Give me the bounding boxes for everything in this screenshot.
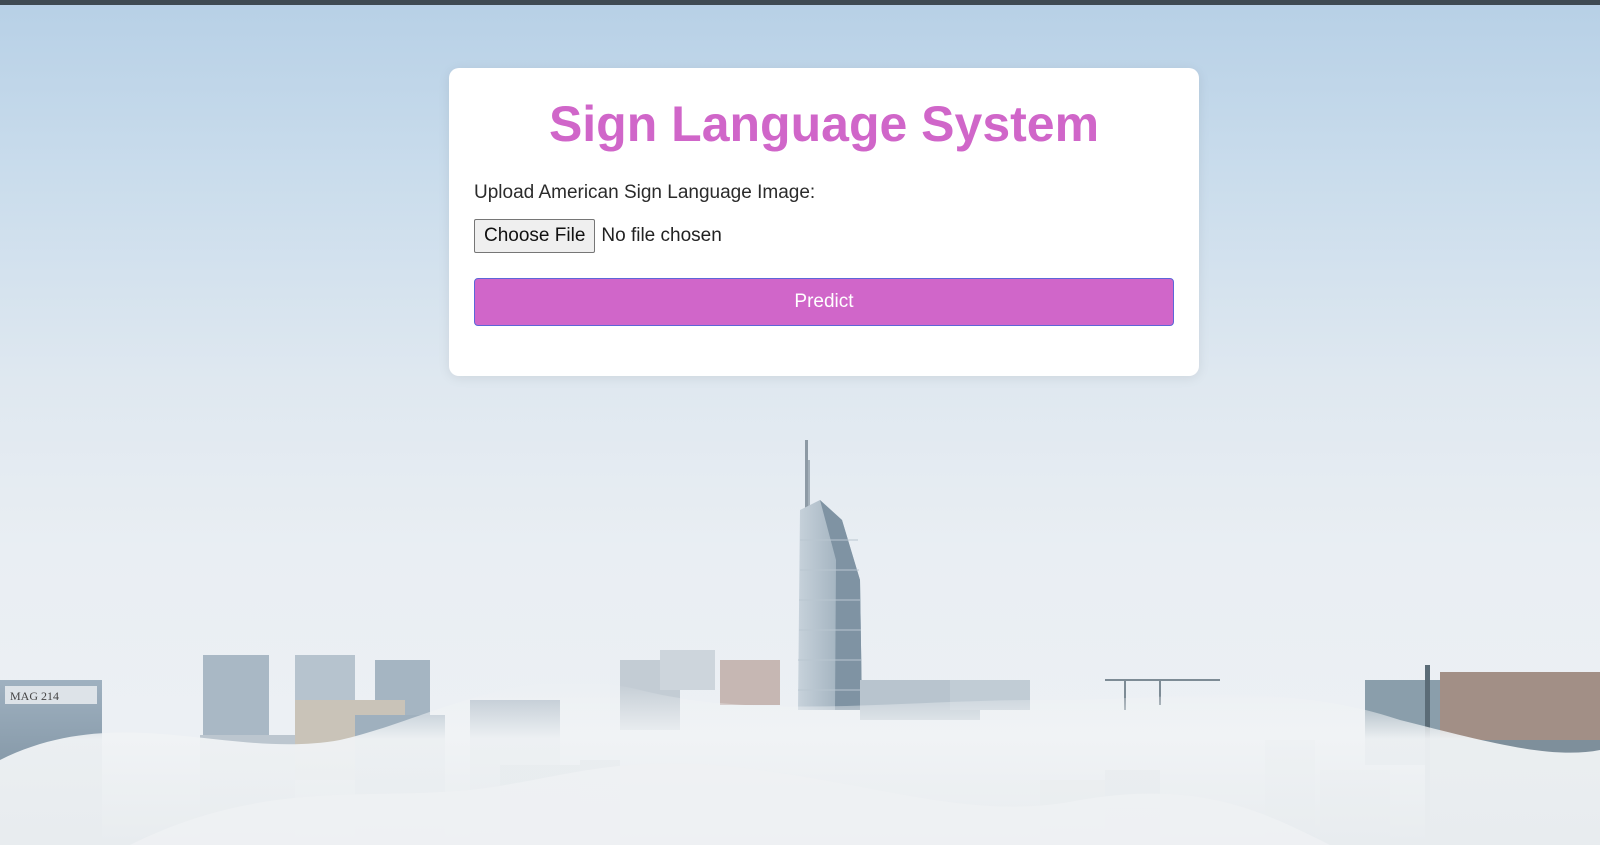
- choose-file-button[interactable]: Choose File: [474, 219, 596, 253]
- mag-214-sign: MAG 214: [10, 689, 59, 703]
- upload-label: Upload American Sign Language Image:: [474, 182, 816, 203]
- file-input[interactable]: Choose File No file chosen: [474, 219, 1174, 253]
- predict-button[interactable]: Predict: [474, 278, 1174, 326]
- central-tower: [798, 440, 862, 710]
- page-title: Sign Language System: [548, 96, 1100, 152]
- prediction-card: Sign Language System Upload American Sig…: [449, 68, 1199, 376]
- file-status-text: No file chosen: [601, 225, 722, 246]
